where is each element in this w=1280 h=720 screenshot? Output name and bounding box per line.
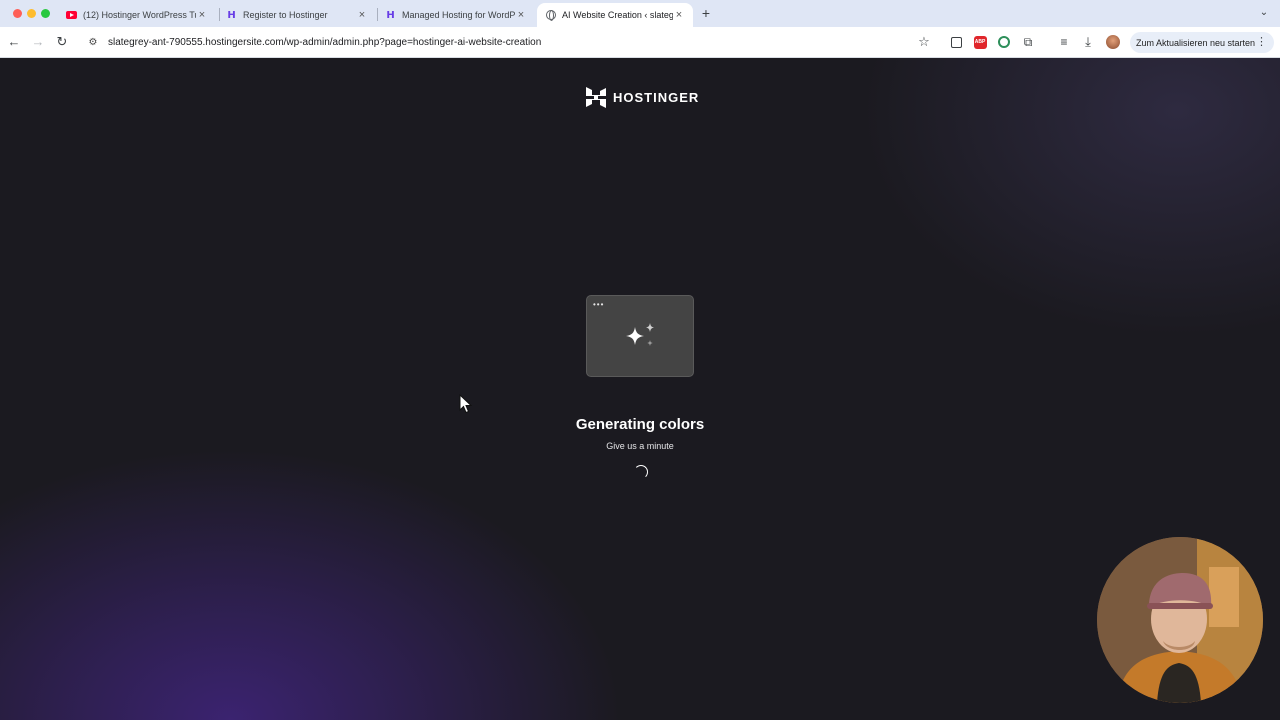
tab-youtube[interactable]: (12) Hostinger WordPress Tu × [58,3,216,27]
reload-button[interactable]: ↻ [54,34,70,50]
back-button[interactable]: ← [6,34,22,50]
globe-icon [545,10,556,21]
reading-list-icon[interactable]: ≡ [1056,34,1072,50]
status-subtitle: Give us a minute [606,441,674,451]
adblock-extension-icon[interactable]: ABP [972,34,988,50]
bookmark-star-icon[interactable]: ☆ [916,34,932,50]
mouse-cursor-icon [459,394,473,414]
hostinger-icon: H [386,9,395,21]
site-settings-icon[interactable]: ⚙ [86,36,100,50]
extensions-puzzle-icon[interactable]: ⧉ [1020,34,1036,50]
status-title: Generating colors [575,416,705,433]
hostinger-logo-icon [586,86,606,108]
window-minimize-button[interactable] [27,9,36,18]
screenshot-extension-icon[interactable] [948,34,964,50]
browser-toolbar: ← → ↻ ⚙ slategrey-ant-790555.hostingersi… [0,27,1280,58]
grammar-extension-icon[interactable] [996,34,1012,50]
tab-close-icon[interactable]: × [673,9,685,21]
tab-close-icon[interactable]: × [356,9,368,21]
youtube-icon [66,10,77,21]
generating-illustration-card: ••• [586,295,694,377]
tab-close-icon[interactable]: × [196,9,208,21]
tab-title: (12) Hostinger WordPress Tu [83,10,196,20]
tab-close-icon[interactable]: × [515,9,527,21]
loading-spinner-icon [634,465,648,479]
profile-avatar[interactable] [1105,34,1121,50]
window-zoom-button[interactable] [41,9,50,18]
window-dots-icon: ••• [593,300,605,309]
ai-website-creation-page: HOSTINGER ••• Generating colors Give us … [0,58,1280,720]
browser-menu-icon[interactable]: ⋮ [1256,35,1267,48]
tab-managed-hosting[interactable]: H Managed Hosting for WordPr × [377,3,535,27]
presenter-avatar [1097,537,1263,703]
window-close-button[interactable] [13,9,22,18]
webcam-overlay [1097,537,1263,703]
update-restart-button[interactable]: Zum Aktualisieren neu starten ⋮ [1130,32,1274,53]
tab-title: Managed Hosting for WordPr [402,10,515,20]
hostinger-icon: H [227,9,236,21]
tab-title: AI Website Creation ‹ slategr [562,10,673,20]
sparkle-icon [626,323,654,346]
address-bar[interactable]: ⚙ slategrey-ant-790555.hostingersite.com… [80,31,940,54]
hostinger-logo: HOSTINGER [586,86,699,108]
tab-register-hostinger[interactable]: H Register to Hostinger × [218,3,376,27]
new-tab-button[interactable]: + [698,5,714,21]
tab-strip: (12) Hostinger WordPress Tu × H Register… [0,0,1280,27]
downloads-icon[interactable]: ⤓ [1080,34,1096,50]
hostinger-logo-text: HOSTINGER [613,89,700,105]
tab-search-chevron-icon[interactable]: ⌄ [1256,5,1272,21]
tab-title: Register to Hostinger [243,10,328,20]
tab-ai-website-creation[interactable]: AI Website Creation ‹ slategr × [537,3,693,27]
url-text[interactable]: slategrey-ant-790555.hostingersite.com/w… [108,37,541,48]
update-restart-label: Zum Aktualisieren neu starten [1136,37,1256,48]
forward-button[interactable]: → [30,34,46,50]
